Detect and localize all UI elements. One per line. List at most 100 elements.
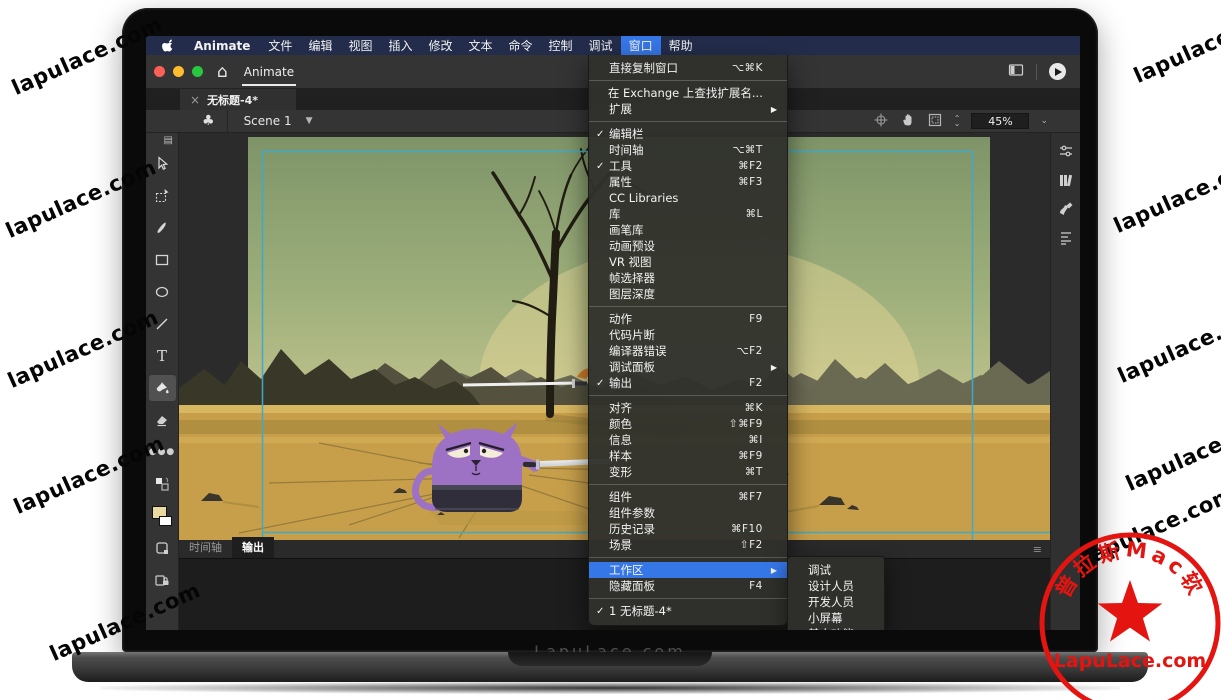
menubar-item[interactable]: 窗口 — [621, 36, 661, 55]
swap-colors-icon[interactable] — [149, 471, 176, 497]
window-menu-item[interactable]: ✓ 动画预设 ▶ — [589, 238, 787, 254]
rectangle-icon[interactable] — [149, 247, 176, 273]
oval-icon[interactable] — [149, 279, 176, 305]
eraser-icon[interactable] — [149, 407, 176, 433]
window-menu-item[interactable]: ✓ CC Libraries ▶ — [589, 190, 787, 206]
object-drawing-icon[interactable] — [149, 535, 176, 561]
close-tab-icon[interactable]: × — [190, 93, 200, 107]
laptop-base — [72, 652, 1148, 682]
free-transform-icon[interactable] — [149, 183, 176, 209]
properties-icon[interactable] — [1056, 141, 1076, 161]
home-tab-animate[interactable]: Animate — [238, 56, 300, 88]
zoom-level-input[interactable]: 45% — [971, 113, 1029, 129]
menubar-item[interactable]: 插入 — [380, 36, 420, 55]
window-menu-item[interactable]: ✓ 工作区 ▶ — [589, 562, 787, 578]
window-menu-item[interactable]: ✓ 历史记录 ⌘F10 ▶ — [589, 521, 787, 537]
brush-icon[interactable] — [149, 215, 176, 241]
window-menu-item[interactable]: ✓ 样本 ⌘F9 ▶ — [589, 448, 787, 464]
document-tab[interactable]: × 无标题-4* — [180, 89, 296, 110]
menubar-item[interactable]: 修改 — [420, 36, 460, 55]
workspace-submenu-item[interactable]: ✓ 开发人员 — [788, 594, 884, 610]
menubar-item[interactable]: 帮助 — [661, 36, 701, 55]
window-menu-item[interactable]: ✓ 工具 ⌘F2 ▶ — [589, 158, 787, 174]
window-menu-item[interactable]: ✓ 时间轴 ⌥⌘T ▶ — [589, 142, 787, 158]
zoom-dropdown-icon[interactable]: ⌄ — [1040, 116, 1048, 126]
window-menu-item[interactable]: ✓ ▶ — [589, 76, 787, 85]
menu-item-label: CC Libraries — [609, 191, 763, 205]
window-menu-item[interactable]: ✓ 组件 ⌘F7 ▶ — [589, 489, 787, 505]
home-icon[interactable]: ⌂ — [217, 62, 228, 82]
align-icon[interactable] — [1056, 228, 1076, 248]
window-menu-item[interactable]: ✓ 场景 ⇧F2 ▶ — [589, 537, 787, 553]
window-menu-item[interactable]: ✓ 动作 F9 ▶ — [589, 311, 787, 327]
workspace-submenu-item[interactable]: ✓ 调试 — [788, 562, 884, 578]
window-menu-item[interactable]: ✓ 扩展 ▶ — [589, 101, 787, 117]
window-menu-item[interactable]: ✓ 编辑栏 ▶ — [589, 126, 787, 142]
window-menu-item[interactable]: ✓ 编译器错误 ⌥F2 ▶ — [589, 343, 787, 359]
clip-content-icon[interactable] — [927, 112, 943, 131]
window-menu-item[interactable]: ✓ 画笔库 ▶ — [589, 222, 787, 238]
publish-play-button[interactable] — [1049, 63, 1066, 80]
laptop-shadow — [100, 682, 1120, 694]
menubar-item[interactable]: 调试 — [581, 36, 621, 55]
menubar-item[interactable]: 命令 — [501, 36, 541, 55]
scene-breadcrumb[interactable]: Scene 1 — [244, 114, 292, 128]
close-window-button[interactable] — [154, 66, 165, 77]
menubar-item[interactable]: 文本 — [461, 36, 501, 55]
menu-item-label: 调试面板 — [609, 359, 763, 375]
menubar-item[interactable]: 视图 — [340, 36, 380, 55]
menu-item-label: 动画预设 — [609, 238, 763, 254]
hand-tool-icon[interactable] — [900, 112, 916, 131]
zoom-stepper[interactable]: ⌃⌄ — [954, 116, 961, 126]
window-menu-item[interactable]: ✓ 1 无标题-4* ▶ — [589, 603, 787, 619]
zoom-window-button[interactable] — [192, 66, 203, 77]
window-menu-item[interactable]: ✓ 图层深度 ▶ — [589, 286, 787, 302]
workspace-submenu-item[interactable]: ✓ 小屏幕 — [788, 610, 884, 626]
window-menu-item[interactable]: ✓ ▶ — [589, 302, 787, 311]
window-menu-item[interactable]: ✓ 组件参数 ▶ — [589, 505, 787, 521]
paint-bucket-icon[interactable] — [149, 375, 176, 401]
window-menu-item[interactable]: ✓ 变形 ⌘T ▶ — [589, 464, 787, 480]
bottom-panel-tab[interactable]: 输出 — [232, 537, 274, 558]
menu-item-label: 样本 — [609, 448, 738, 464]
window-menu-item[interactable]: ✓ 在 Exchange 上查找扩展名... ▶ — [589, 85, 787, 101]
menubar-item[interactable]: 编辑 — [300, 36, 340, 55]
library-icon[interactable] — [1056, 170, 1076, 190]
window-menu-item[interactable]: ✓ 隐藏面板 F4 ▶ — [589, 578, 787, 594]
window-menu-item[interactable]: ✓ 代码片断 ▶ — [589, 327, 787, 343]
window-menu-item[interactable]: ✓ 直接复制窗口 ⌥⌘K ▶ — [589, 60, 787, 76]
window-menu-item[interactable]: ✓ 颜色 ⇧⌘F9 ▶ — [589, 416, 787, 432]
scene-icon[interactable]: ♣ — [202, 113, 215, 129]
window-menu-item[interactable]: ✓ 属性 ⌘F3 ▶ — [589, 174, 787, 190]
tools-panel-menu-icon[interactable]: ▤ — [164, 133, 178, 148]
window-menu-item[interactable]: ✓ 调试面板 ▶ — [589, 359, 787, 375]
window-menu-item[interactable]: ✓ 输出 F2 ▶ — [589, 375, 787, 391]
window-menu-item[interactable]: ✓ 库 ⌘L ▶ — [589, 206, 787, 222]
window-menu-item[interactable]: ✓ 对齐 ⌘K ▶ — [589, 400, 787, 416]
workspace-submenu-item[interactable]: ✓ 设计人员 — [788, 578, 884, 594]
minimize-window-button[interactable] — [173, 66, 184, 77]
fill-stroke-swatch-icon[interactable] — [149, 503, 176, 529]
menubar-app-name[interactable]: Animate — [184, 36, 260, 55]
window-menu: ✓ 直接复制窗口 ⌥⌘K ▶ ✓ ▶ ✓ 在 Exchange 上查找扩展名..… — [588, 55, 788, 626]
workspace-submenu-item[interactable]: ✓ 基本功能 — [788, 626, 884, 630]
menubar-item[interactable]: 文件 — [260, 36, 300, 55]
window-menu-item[interactable]: ✓ VR 视图 ▶ — [589, 254, 787, 270]
brush-library-icon[interactable] — [1056, 199, 1076, 219]
registration-icon[interactable] — [873, 112, 889, 131]
laptop-notch — [508, 652, 712, 666]
window-menu-item[interactable]: ✓ ▶ — [589, 391, 787, 400]
window-menu-item[interactable]: ✓ ▶ — [589, 117, 787, 126]
window-menu-item[interactable]: ✓ 信息 ⌘I ▶ — [589, 432, 787, 448]
workspace-switcher-icon[interactable] — [1008, 62, 1024, 81]
window-menu-item[interactable]: ✓ ▶ — [589, 594, 787, 603]
window-menu-item[interactable]: ✓ ▶ — [589, 553, 787, 562]
apple-icon[interactable] — [156, 38, 184, 54]
scene-chevron-icon[interactable]: ▼ — [306, 116, 313, 126]
window-menu-item[interactable]: ✓ ▶ — [589, 480, 787, 489]
text-icon[interactable]: T — [149, 343, 176, 369]
menu-item-shortcut: ⌥F2 — [737, 345, 763, 357]
menubar-item[interactable]: 控制 — [541, 36, 581, 55]
bottom-panel-tab[interactable]: 时间轴 — [179, 537, 232, 558]
window-menu-item[interactable]: ✓ 帧选择器 ▶ — [589, 270, 787, 286]
